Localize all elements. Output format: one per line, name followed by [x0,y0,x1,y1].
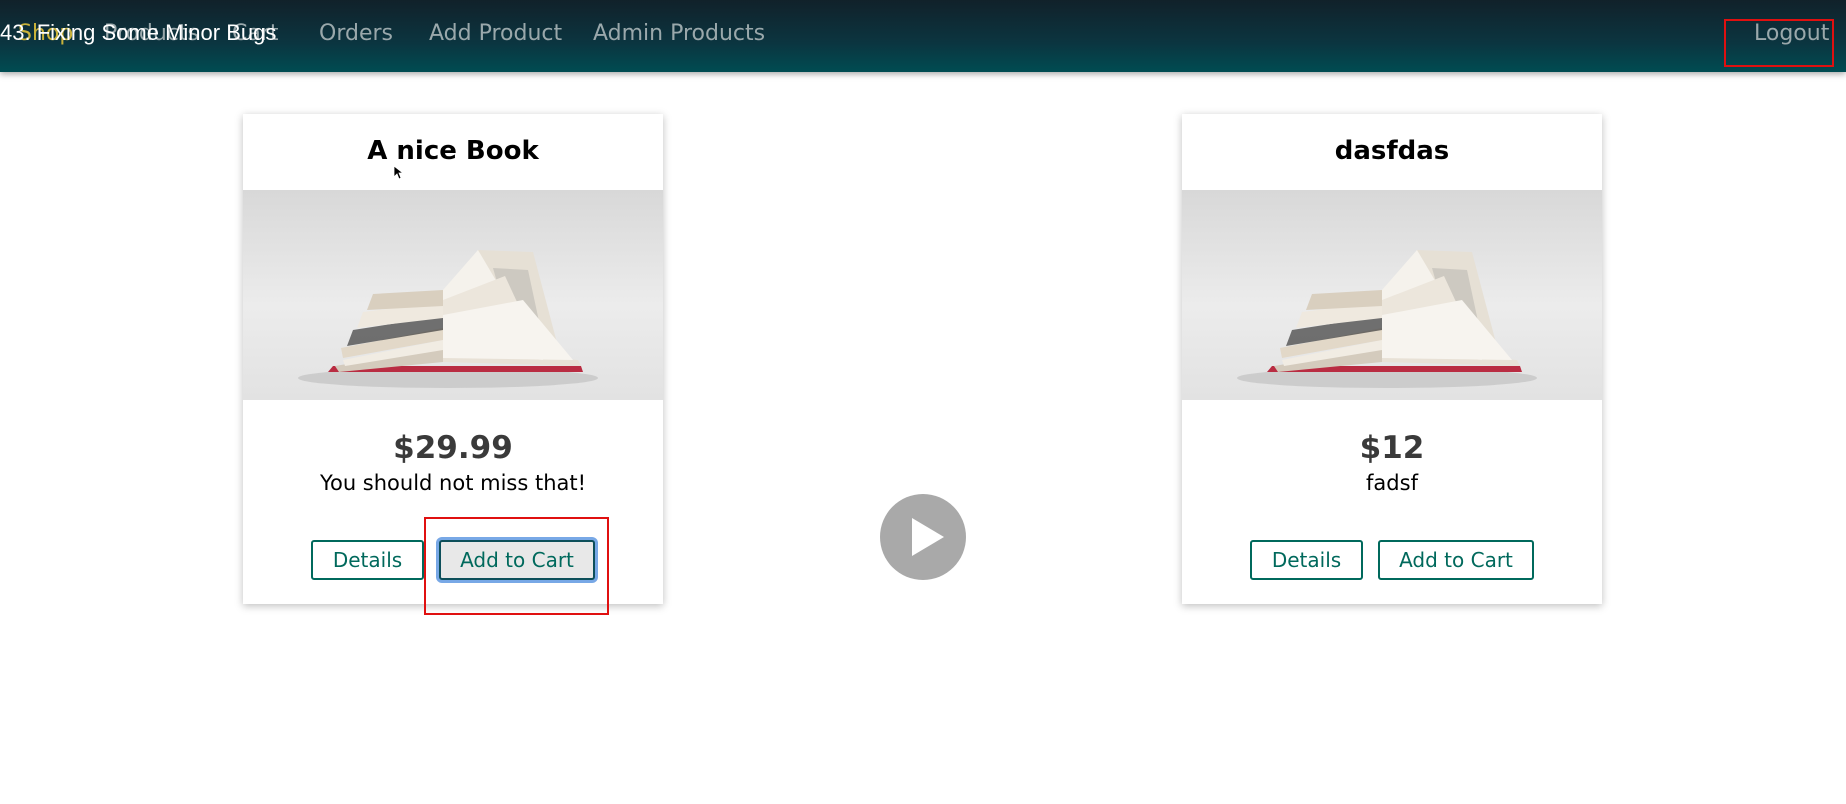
add-to-cart-button[interactable]: Add to Cart [1378,540,1534,580]
nav-item-orders[interactable]: Orders [319,21,393,46]
book-image [243,190,663,400]
play-button[interactable] [880,494,966,580]
product-price: $29.99 [393,430,513,466]
product-title: dasfdas [1334,136,1450,166]
mouse-cursor-icon [394,166,404,180]
product-description: fadsf [1366,471,1418,495]
product-description: You should not miss that! [319,471,587,495]
product-price: $12 [1359,430,1425,466]
play-icon [912,518,944,556]
details-button[interactable]: Details [1250,540,1363,580]
details-button[interactable]: Details [311,540,424,580]
logout-highlight-box [1724,19,1834,67]
nav-item-admin-products[interactable]: Admin Products [593,21,765,46]
product-card: dasfdas $12 fadsf Details Add to Cart [1182,114,1602,604]
add-to-cart-highlight-box [424,517,609,615]
nav-item-add-product[interactable]: Add Product [429,21,562,46]
video-title-overlay: 43. Fixing Some Minor Bugs [0,20,277,45]
main-navbar: Shop Products Cart Orders Add Product Ad… [0,0,1846,72]
book-image [1182,190,1602,400]
product-title: A nice Book [367,136,539,166]
